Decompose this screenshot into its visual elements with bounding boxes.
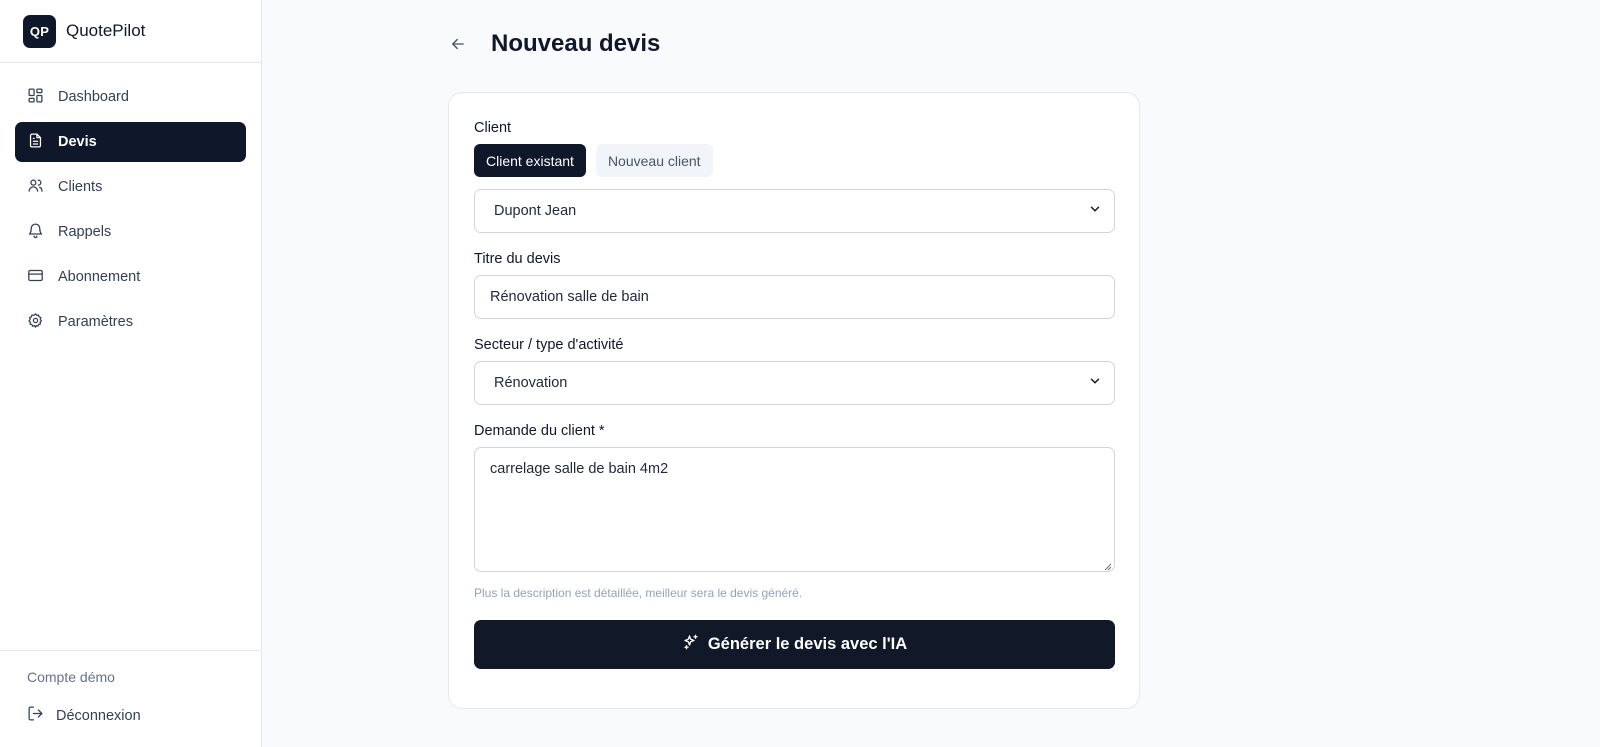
generate-quote-label: Générer le devis avec l'IA: [707, 635, 908, 653]
client-select-value: Dupont Jean: [494, 203, 577, 219]
client-label: Client: [474, 120, 512, 136]
sidebar-item-label: Abonnement: [58, 269, 141, 285]
main-content: Nouveau devis Client Client existant Nou…: [262, 0, 1600, 747]
chevron-down-icon: [1088, 202, 1102, 220]
account-name: Compte démo: [27, 669, 115, 685]
quote-title-input[interactable]: Rénovation salle de bain: [474, 275, 1115, 319]
credit-card-icon: [27, 267, 44, 288]
sidebar-item-parametres[interactable]: Paramètres: [15, 302, 246, 342]
dashboard-icon: [27, 87, 44, 108]
client-type-toggle: Client existant Nouveau client: [474, 144, 1114, 177]
document-icon: [27, 132, 44, 153]
existing-client-button[interactable]: Client existant: [474, 144, 586, 177]
quote-form-card: Client Client existant Nouveau client Du…: [448, 92, 1140, 709]
sidebar-item-label: Devis: [58, 134, 97, 150]
client-request-value: carrelage salle de bain 4m2: [490, 461, 669, 477]
sidebar: QP QuotePilot Dashboard Devis Clients Ra…: [0, 0, 262, 747]
sidebar-item-label: Dashboard: [58, 89, 129, 105]
new-client-button[interactable]: Nouveau client: [595, 144, 713, 177]
bell-icon: [27, 222, 44, 243]
sidebar-item-label: Rappels: [58, 224, 112, 240]
brand-name: QuotePilot: [66, 21, 146, 40]
sidebar-nav: Dashboard Devis Clients Rappels Abonneme…: [0, 63, 261, 342]
sidebar-item-abonnement[interactable]: Abonnement: [15, 257, 246, 297]
page-header: Nouveau devis: [449, 30, 660, 58]
sidebar-footer: Compte démo Déconnexion: [0, 650, 261, 747]
sector-label: Secteur / type d'activité: [474, 337, 624, 353]
page-title: Nouveau devis: [491, 30, 661, 57]
sidebar-item-dashboard[interactable]: Dashboard: [15, 77, 246, 117]
sidebar-item-label: Paramètres: [58, 314, 133, 330]
client-request-textarea[interactable]: carrelage salle de bain 4m2: [474, 447, 1115, 572]
quote-title-label: Titre du devis: [474, 251, 561, 267]
request-hint: Plus la description est détaillée, meill…: [474, 586, 803, 600]
brand[interactable]: QP QuotePilot: [0, 0, 261, 63]
sparkles-icon: [682, 633, 700, 656]
chevron-down-icon: [1088, 374, 1102, 392]
users-icon: [27, 177, 44, 198]
sector-select-value: Rénovation: [494, 375, 568, 391]
sector-select[interactable]: Rénovation: [474, 361, 1115, 405]
generate-quote-button[interactable]: Générer le devis avec l'IA: [474, 620, 1115, 669]
logout-button[interactable]: Déconnexion: [27, 705, 234, 726]
logout-label: Déconnexion: [56, 707, 141, 724]
sidebar-item-rappels[interactable]: Rappels: [15, 212, 246, 252]
client-select[interactable]: Dupont Jean: [474, 189, 1115, 233]
logout-icon: [27, 705, 44, 726]
sidebar-item-clients[interactable]: Clients: [15, 167, 246, 207]
quote-title-value: Rénovation salle de bain: [490, 289, 649, 305]
gear-icon: [27, 312, 44, 333]
client-request-label: Demande du client *: [474, 423, 605, 439]
sidebar-item-devis[interactable]: Devis: [15, 122, 246, 162]
back-arrow-icon[interactable]: [449, 34, 469, 54]
brand-logo: QP: [23, 14, 56, 48]
resize-handle-icon[interactable]: [1102, 559, 1112, 571]
app-root: QP QuotePilot Dashboard Devis Clients Ra…: [0, 0, 1600, 747]
sidebar-item-label: Clients: [58, 179, 103, 195]
